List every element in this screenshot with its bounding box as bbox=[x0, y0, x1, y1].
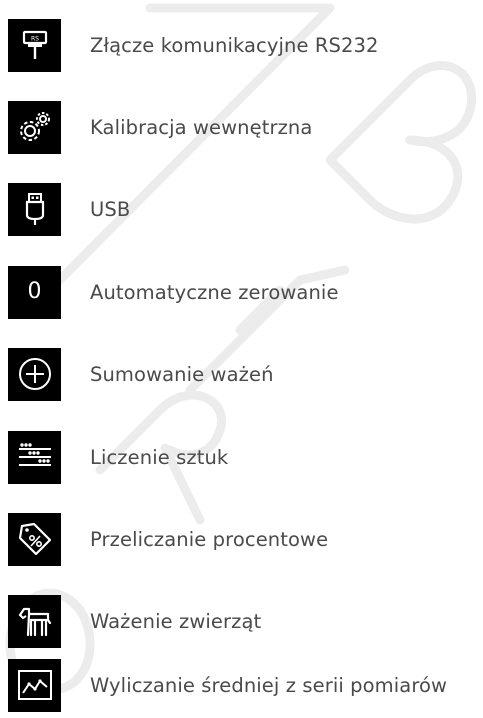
feature-item-percent: Przeliczanie procentowe bbox=[8, 511, 478, 567]
feature-label-calibration: Kalibracja wewnętrzna bbox=[90, 115, 313, 139]
feature-item-calibration: Kalibracja wewnętrzna bbox=[8, 99, 478, 155]
chart-average-icon bbox=[8, 658, 61, 712]
gears-icon bbox=[8, 100, 61, 154]
feature-item-summing: Sumowanie ważeń bbox=[8, 346, 478, 402]
usb-icon bbox=[8, 182, 61, 236]
feature-label-usb: USB bbox=[90, 197, 131, 221]
feature-label-animal: Ważenie zwierząt bbox=[90, 609, 262, 633]
feature-label-average: Wyliczanie średniej z serii pomiarów bbox=[90, 673, 448, 697]
rs232-connector-icon: RS bbox=[8, 18, 61, 72]
zero-icon: 0 bbox=[8, 265, 61, 319]
percent-tag-icon bbox=[8, 512, 61, 566]
svg-text:RS: RS bbox=[31, 36, 39, 43]
feature-label-counting: Liczenie sztuk bbox=[90, 445, 229, 469]
zero-glyph: 0 bbox=[27, 279, 42, 304]
feature-item-rs232: RS Złącze komunikacyjne RS232 bbox=[8, 17, 478, 73]
feature-label-percent: Przeliczanie procentowe bbox=[90, 527, 329, 551]
plus-circle-icon bbox=[8, 347, 61, 401]
feature-item-usb: USB bbox=[8, 181, 478, 237]
feature-item-average: Wyliczanie średniej z serii pomiarów bbox=[8, 657, 478, 713]
feature-item-auto-zero: 0 Automatyczne zerowanie bbox=[8, 264, 478, 320]
feature-item-animal: Ważenie zwierząt bbox=[8, 593, 478, 649]
animal-icon bbox=[8, 594, 61, 648]
feature-item-counting: Liczenie sztuk bbox=[8, 429, 478, 485]
feature-label-rs232: Złącze komunikacyjne RS232 bbox=[90, 33, 379, 57]
counting-icon bbox=[8, 430, 61, 484]
feature-label-summing: Sumowanie ważeń bbox=[90, 362, 274, 386]
feature-label-auto-zero: Automatyczne zerowanie bbox=[90, 280, 339, 304]
